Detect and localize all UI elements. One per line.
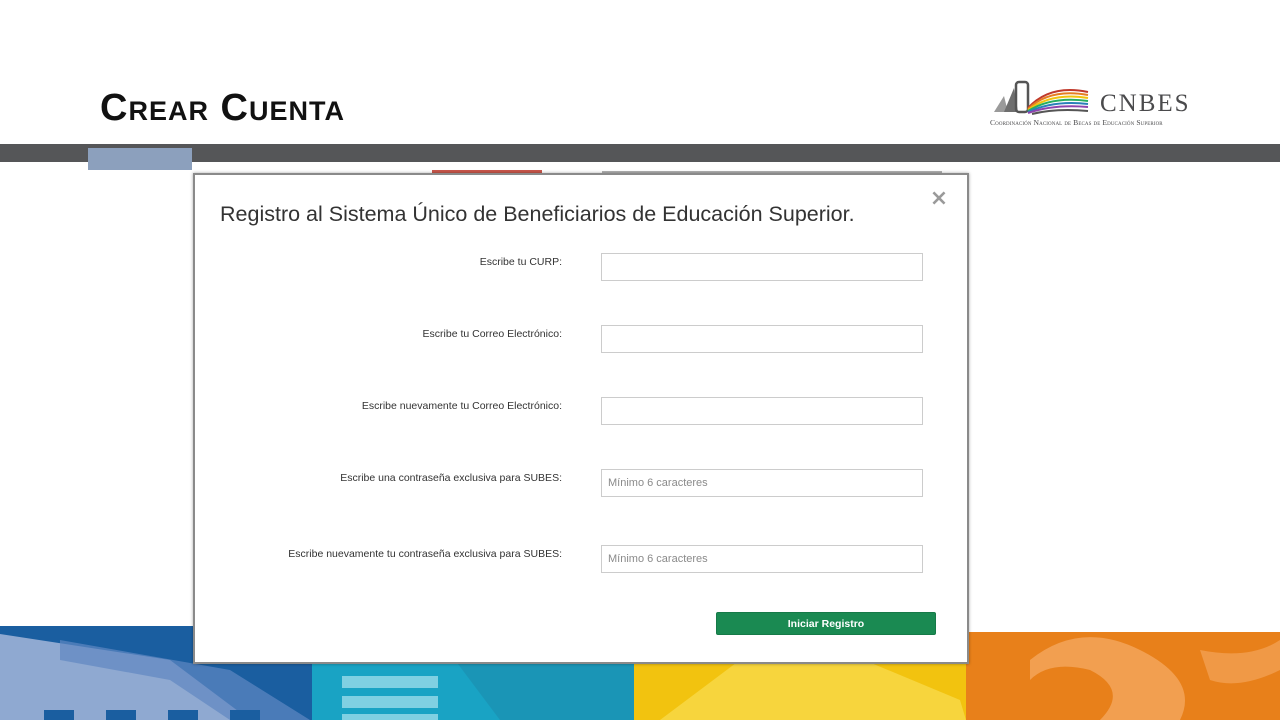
start-registration-button[interactable]: Iniciar Registro	[716, 612, 936, 635]
header-accent-block	[88, 148, 192, 170]
curp-input[interactable]	[601, 253, 923, 281]
modal-title: Registro al Sistema Único de Beneficiari…	[220, 202, 855, 226]
password-confirm-input[interactable]	[601, 545, 923, 573]
curp-label: Escribe tu CURP:	[479, 256, 562, 268]
logo-subtitle: Coordinación Nacional de Becas de Educac…	[990, 118, 1163, 127]
email-input[interactable]	[601, 325, 923, 353]
email-confirm-label: Escribe nuevamente tu Correo Electrónico…	[361, 400, 562, 412]
logo-name: CNBES	[1100, 90, 1191, 117]
email-label: Escribe tu Correo Electrónico:	[422, 328, 562, 340]
header-bar	[0, 144, 1280, 162]
close-icon[interactable]: ×	[927, 187, 951, 211]
password-input[interactable]	[601, 469, 923, 497]
cnbes-logo: CNBES Coordinación Nacional de Becas de …	[988, 78, 1194, 132]
registration-modal: Registro al Sistema Único de Beneficiari…	[193, 173, 969, 664]
password-confirm-label: Escribe nuevamente tu contraseña exclusi…	[288, 548, 562, 560]
email-confirm-input[interactable]	[601, 397, 923, 425]
slide-title: Crear Cuenta	[100, 87, 345, 129]
password-label: Escribe una contraseña exclusiva para SU…	[340, 472, 562, 484]
book-rainbow-logo-icon	[994, 80, 1089, 115]
